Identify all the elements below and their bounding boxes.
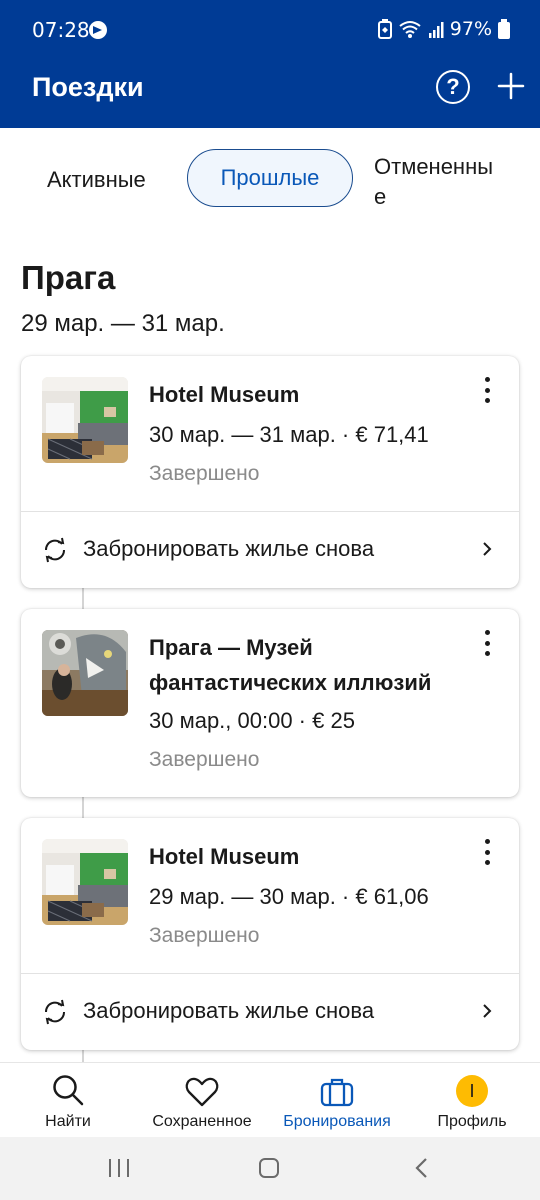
refresh-icon xyxy=(44,999,66,1025)
status-icons: 97% xyxy=(377,18,510,40)
screen-cast-icon xyxy=(89,21,107,39)
chevron-right-icon xyxy=(483,1004,492,1018)
home-icon[interactable] xyxy=(258,1157,280,1179)
trip-city: Прага xyxy=(21,259,116,296)
rebook-button[interactable]: Забронировать жилье снова xyxy=(21,974,519,1050)
booking-status: Завершено xyxy=(149,748,260,771)
trips-screen: 07:28 97% Поездки ? Активные Прошлые Отм… xyxy=(0,0,540,1200)
more-options-icon[interactable] xyxy=(479,839,495,865)
more-options-icon[interactable] xyxy=(479,377,495,403)
nav-label: Бронирования xyxy=(283,1113,391,1130)
bottom-navigation: Найти Сохраненное Бронирования I Профиль xyxy=(0,1062,540,1137)
battery-percent: 97% xyxy=(449,18,492,40)
back-icon[interactable] xyxy=(414,1157,430,1179)
nav-label: Сохраненное xyxy=(152,1113,252,1130)
nav-label: Профиль xyxy=(437,1113,507,1130)
avatar-icon: I xyxy=(456,1075,488,1107)
tab-active-trips[interactable]: Активные xyxy=(47,167,146,193)
app-bar: Поездки ? xyxy=(0,58,540,128)
booking-title-line2: фантастических иллюзий xyxy=(149,670,432,695)
battery-saver-icon xyxy=(377,19,392,39)
booking-card[interactable]: Прага — Музей фантастических иллюзий 30 … xyxy=(21,609,519,797)
status-time: 07:28 xyxy=(32,18,90,42)
help-icon[interactable]: ? xyxy=(436,70,470,104)
tab-cancelled-label: Отмененные xyxy=(374,154,494,209)
add-icon[interactable] xyxy=(494,66,528,106)
booking-dates-price: 29 мар. — 30 мар. · € 61,06 xyxy=(149,884,429,909)
signal-icon xyxy=(428,22,444,38)
booking-title: Hotel Museum xyxy=(149,382,300,407)
rebook-button[interactable]: Забронировать жилье снова xyxy=(21,512,519,588)
booking-title: Прага — Музей фантастических иллюзий xyxy=(149,630,431,700)
booking-status: Завершено xyxy=(149,462,260,485)
status-bar: 07:28 97% xyxy=(0,0,540,58)
hotel-room-photo xyxy=(42,377,128,463)
booking-card[interactable]: Hotel Museum 30 мар. — 31 мар. · € 71,41… xyxy=(21,356,519,588)
rebook-label: Забронировать жилье снова xyxy=(83,536,375,561)
heart-icon xyxy=(185,1077,219,1107)
illusion-museum-photo xyxy=(42,630,128,716)
rebook-label: Забронировать жилье снова xyxy=(83,998,375,1023)
nav-label: Найти xyxy=(45,1113,91,1130)
page-title: Поездки xyxy=(32,72,144,102)
nav-saved[interactable]: Сохраненное xyxy=(146,1063,258,1138)
tab-cancelled-trips[interactable]: Отмененные xyxy=(374,152,540,210)
wifi-icon xyxy=(399,21,421,38)
more-options-icon[interactable] xyxy=(479,630,495,656)
nav-search[interactable]: Найти xyxy=(28,1063,108,1138)
chevron-right-icon xyxy=(483,542,492,556)
booking-dates-price: 30 мар. — 31 мар. · € 71,41 xyxy=(149,422,429,447)
nav-bookings[interactable]: Бронирования xyxy=(276,1063,398,1138)
battery-icon xyxy=(498,19,510,39)
search-icon xyxy=(53,1075,84,1106)
booking-title: Hotel Museum xyxy=(149,844,300,869)
trip-dates: 29 мар. — 31 мар. xyxy=(21,310,225,337)
system-navigation-bar xyxy=(0,1137,540,1200)
suitcase-icon xyxy=(320,1078,354,1107)
nav-profile[interactable]: I Профиль xyxy=(428,1063,516,1138)
hotel-room-photo xyxy=(42,839,128,925)
recent-apps-icon[interactable] xyxy=(108,1158,130,1178)
refresh-icon xyxy=(44,537,66,563)
booking-status: Завершено xyxy=(149,924,260,947)
booking-card[interactable]: Hotel Museum 29 мар. — 30 мар. · € 61,06… xyxy=(21,818,519,1050)
booking-date-price: 30 мар., 00:00 · € 25 xyxy=(149,708,355,733)
tab-past-trips[interactable]: Прошлые xyxy=(187,149,353,207)
booking-title-line1: Прага — Музей xyxy=(149,635,313,660)
